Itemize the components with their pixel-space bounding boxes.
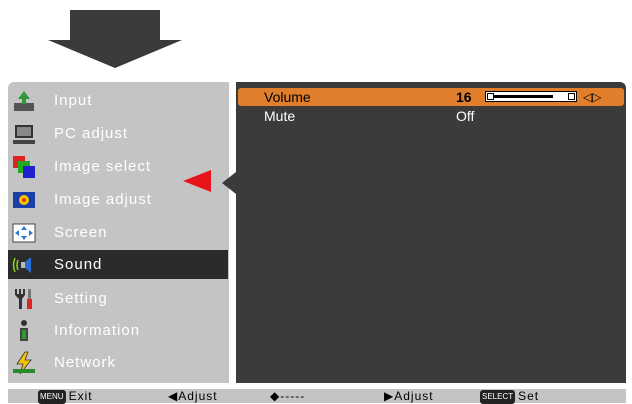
menu-item-label: Input: [54, 92, 93, 109]
sound-submenu-panel: Volume 16 ◁▷ Mute Off: [236, 82, 626, 383]
main-menu: Input PC adjust Image select Image adjus…: [8, 82, 229, 383]
menu-item-label: Setting: [54, 290, 108, 307]
left-right-arrows-icon: ◁▷: [583, 90, 602, 104]
menu-item-setting[interactable]: Setting: [10, 284, 224, 313]
menu-item-label: Screen: [54, 224, 108, 241]
menu-item-sound[interactable]: Sound: [8, 250, 228, 279]
adjust-left-hint: ◀Adjust: [168, 389, 218, 403]
mute-row[interactable]: Mute Off: [238, 107, 624, 125]
volume-value: 16: [456, 89, 472, 105]
screen-icon: [12, 221, 36, 245]
information-icon: [12, 319, 36, 343]
menu-item-input[interactable]: Input: [10, 86, 224, 115]
exit-label: Exit: [68, 389, 93, 403]
slider-fill: [494, 95, 553, 98]
set-label: Set: [518, 389, 540, 403]
pc-adjust-icon: [12, 122, 36, 146]
mute-value: Off: [456, 108, 475, 124]
image-select-icon: [12, 155, 36, 179]
volume-row[interactable]: Volume 16 ◁▷: [238, 88, 624, 106]
menu-key-icon: MENU: [38, 389, 66, 404]
setting-icon: [12, 287, 36, 311]
updown-hint: ◆-----: [270, 389, 306, 403]
adjust-right-hint: ▶Adjust: [384, 389, 434, 403]
input-icon: [12, 89, 36, 113]
selection-pointer-icon: [183, 170, 211, 192]
select-key-icon: SELECT: [480, 389, 516, 404]
sound-icon: [12, 253, 36, 277]
mute-label: Mute: [264, 108, 296, 124]
image-adjust-icon: [12, 188, 36, 212]
menu-item-screen[interactable]: Screen: [10, 218, 224, 247]
menu-item-network[interactable]: Network: [10, 348, 224, 377]
menu-item-label: Sound: [54, 256, 103, 273]
slider-max-marker: [568, 93, 575, 100]
menu-item-label: Image adjust: [54, 191, 152, 208]
slider-min-marker: [487, 93, 494, 100]
menu-item-information[interactable]: Information: [10, 316, 224, 345]
exit-hint: MENU Exit: [38, 389, 93, 404]
menu-item-label: Network: [54, 354, 117, 371]
menu-item-label: Image select: [54, 158, 152, 175]
set-hint: SELECT Set: [480, 389, 539, 404]
menu-item-label: Information: [54, 322, 141, 339]
menu-connector: [222, 172, 236, 194]
footer-guide-bar: MENU Exit ◀Adjust ◆----- ▶Adjust SELECT Se…: [8, 389, 626, 404]
network-icon: [12, 351, 36, 375]
volume-slider[interactable]: [485, 91, 577, 102]
menu-item-label: PC adjust: [54, 125, 129, 142]
menu-item-pc-adjust[interactable]: PC adjust: [10, 119, 224, 148]
down-arrow-icon: [48, 10, 182, 68]
volume-label: Volume: [264, 89, 311, 105]
